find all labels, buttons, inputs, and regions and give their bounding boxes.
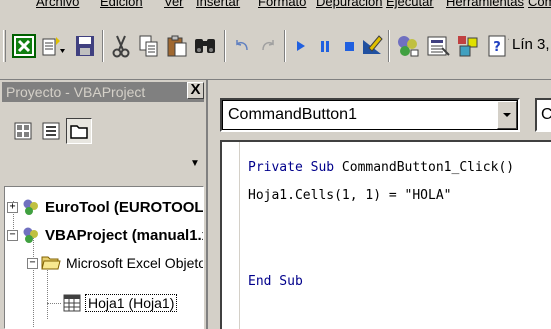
svg-text:?: ? bbox=[493, 40, 501, 55]
run-icon[interactable] bbox=[290, 31, 312, 61]
tree-item-label: EuroTool (EUROTOOL.XLA bbox=[45, 198, 204, 216]
view-object-icon[interactable] bbox=[38, 118, 64, 144]
tree-item-label: Microsoft Excel Objetos bbox=[66, 255, 204, 271]
panel-toolbar: ▼ bbox=[2, 104, 204, 169]
procedure-combobox-value: C bbox=[541, 106, 551, 124]
help-icon[interactable]: ? bbox=[486, 31, 508, 61]
collapse-icon[interactable]: − bbox=[27, 257, 38, 269]
expand-icon[interactable]: + bbox=[7, 201, 18, 213]
code-window: CommandButton1 C Private Sub CommandButt… bbox=[208, 80, 551, 329]
menu-ejecutar[interactable]: Ejecutar bbox=[386, 0, 434, 9]
procedure-combobox[interactable]: C bbox=[535, 98, 551, 132]
object-combobox[interactable]: CommandButton1 bbox=[220, 98, 520, 132]
panel-title: Proyecto - VBAProject bbox=[2, 82, 204, 102]
paste-icon[interactable] bbox=[164, 31, 190, 61]
tree-item-vbaproject[interactable]: − VBAProject (manual1.xls bbox=[7, 221, 203, 249]
pause-icon[interactable] bbox=[314, 31, 336, 61]
toolbar-separator bbox=[224, 30, 226, 62]
tree-item-eurotool[interactable]: + EuroTool (EUROTOOL.XLA bbox=[7, 193, 204, 221]
chevron-down-icon[interactable] bbox=[497, 101, 517, 129]
view-code-icon[interactable] bbox=[10, 118, 36, 144]
tree-connector bbox=[47, 303, 61, 304]
code-line: Private Sub CommandButton1_Click() bbox=[248, 160, 515, 175]
reset-icon[interactable] bbox=[338, 31, 360, 61]
object-combobox-value: CommandButton1 bbox=[228, 106, 357, 123]
project-explorer-icon[interactable] bbox=[394, 31, 422, 61]
toolbar-separator bbox=[102, 30, 104, 62]
code-editor[interactable]: Private Sub CommandButton1_Click() Hoja1… bbox=[220, 140, 551, 329]
excel-view-icon[interactable] bbox=[10, 31, 38, 61]
redo-icon[interactable] bbox=[256, 31, 280, 61]
standard-toolbar: Lín 3, C bbox=[0, 14, 551, 80]
design-mode-icon[interactable] bbox=[360, 31, 384, 61]
tree-item-excel-objects[interactable]: − Microsoft Excel Objetos bbox=[27, 249, 204, 277]
toggle-folders-icon[interactable] bbox=[66, 118, 92, 144]
cursor-position-readout: Lín 3, C bbox=[512, 36, 551, 53]
vba-project-icon bbox=[23, 227, 38, 243]
toolbar-separator bbox=[388, 30, 390, 62]
project-tree: + EuroTool (EUROTOOL.XLA − VBAProject (m… bbox=[4, 186, 204, 329]
menu-archivo[interactable]: Archivo bbox=[36, 0, 79, 9]
object-browser-icon[interactable] bbox=[454, 31, 482, 61]
menu-depuracion[interactable]: Depuración bbox=[316, 0, 383, 9]
worksheet-icon bbox=[63, 294, 81, 312]
tree-item-hoja1[interactable]: Hoja1 (Hoja1) bbox=[63, 289, 178, 317]
code-line: Hoja1.Cells(1, 1) = "HOLA" bbox=[248, 188, 452, 203]
menu-formato[interactable]: Formato bbox=[258, 0, 306, 9]
cut-icon[interactable] bbox=[108, 31, 134, 61]
menu-ver[interactable]: Ver bbox=[164, 0, 184, 9]
toolbar-grip[interactable] bbox=[3, 30, 6, 62]
project-explorer-panel: Proyecto - VBAProject X ▼ + EuroTool (EU… bbox=[0, 80, 208, 329]
toolbar-separator bbox=[284, 30, 286, 62]
vba-project-icon bbox=[23, 199, 38, 215]
copy-icon[interactable] bbox=[136, 31, 162, 61]
menu-herramientas[interactable]: Herramientas bbox=[446, 0, 524, 9]
close-icon[interactable]: X bbox=[187, 82, 204, 99]
tree-item-label: Hoja1 (Hoja1) bbox=[85, 294, 178, 312]
chevron-down-icon[interactable]: ▼ bbox=[190, 158, 200, 169]
menu-edicion[interactable]: Edición bbox=[100, 0, 143, 9]
code-line: End Sub bbox=[248, 274, 303, 289]
insert-module-icon[interactable] bbox=[40, 31, 68, 61]
tree-item-label: VBAProject (manual1.xls bbox=[45, 226, 203, 244]
find-icon[interactable] bbox=[192, 31, 218, 61]
menu-bar: Archivo Edición Ver Insertar Formato Dep… bbox=[0, 0, 551, 14]
margin-indicator-bar[interactable] bbox=[222, 142, 240, 329]
folder-open-icon bbox=[41, 256, 61, 270]
properties-icon[interactable] bbox=[424, 31, 452, 61]
menu-insertar[interactable]: Insertar bbox=[196, 0, 240, 9]
save-icon[interactable] bbox=[72, 31, 98, 61]
collapse-icon[interactable]: − bbox=[7, 229, 18, 241]
undo-icon[interactable] bbox=[230, 31, 254, 61]
menu-complementos[interactable]: Complementos bbox=[528, 0, 551, 9]
